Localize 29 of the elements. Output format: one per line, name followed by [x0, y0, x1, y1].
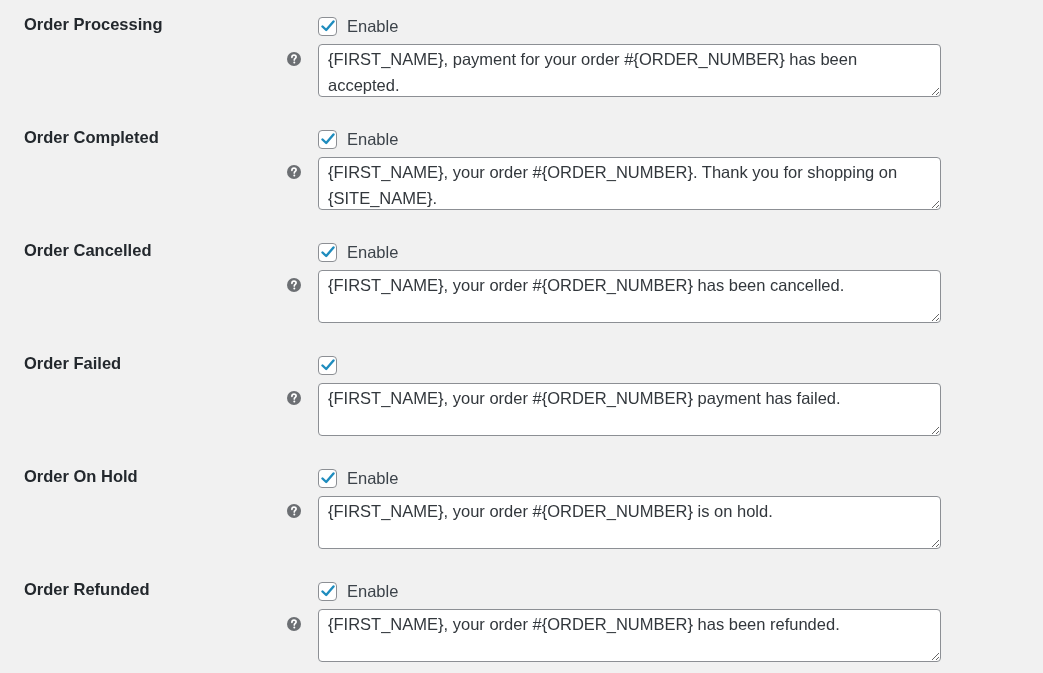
help-icon[interactable] — [287, 165, 301, 179]
checkbox-label[interactable]: Enable — [347, 129, 399, 149]
help-icon[interactable] — [287, 391, 301, 405]
help-icon[interactable] — [287, 617, 301, 631]
setting-label: Order Completed — [24, 127, 159, 148]
setting-label: Order Cancelled — [24, 240, 152, 261]
checkbox[interactable] — [318, 242, 337, 262]
checkbox[interactable] — [318, 129, 337, 149]
message-field[interactable]: {FIRST_NAME}, your order #{ORDER_NUMBER} is on hold. — [318, 496, 941, 549]
help-icon[interactable] — [287, 504, 301, 518]
checkbox-label[interactable]: Enable — [347, 242, 399, 262]
help-icon[interactable] — [287, 52, 301, 66]
setting-label: Order Failed — [24, 353, 122, 374]
checkbox[interactable] — [318, 355, 337, 375]
message-field[interactable]: {FIRST_NAME}, your order #{ORDER_NUMBER} has been cancelled. — [318, 270, 941, 323]
checkbox[interactable] — [318, 581, 337, 601]
checkbox-label[interactable]: Enable — [347, 581, 399, 601]
help-icon[interactable] — [287, 278, 301, 292]
message-field[interactable]: {FIRST_NAME}, your order #{ORDER_NUMBER}. Thank you for shopping on {SITE_NAME}. — [318, 157, 941, 210]
message-field[interactable]: {FIRST_NAME}, your order #{ORDER_NUMBER} payment has failed. — [318, 383, 941, 436]
message-field[interactable]: {FIRST_NAME}, your order #{ORDER_NUMBER} has been refunded. — [318, 609, 941, 662]
setting-label: Order Refunded — [24, 579, 150, 600]
checkbox-label[interactable]: Enable — [347, 468, 399, 488]
setting-label: Order Processing — [24, 14, 163, 35]
checkbox-label[interactable]: Enable — [347, 16, 399, 36]
checkbox[interactable] — [318, 16, 337, 36]
setting-label: Order On Hold — [24, 466, 138, 487]
message-field[interactable]: {FIRST_NAME}, payment for your order #{ORDER_NUMBER} has been accepted. — [318, 44, 941, 97]
checkbox[interactable] — [318, 468, 337, 488]
